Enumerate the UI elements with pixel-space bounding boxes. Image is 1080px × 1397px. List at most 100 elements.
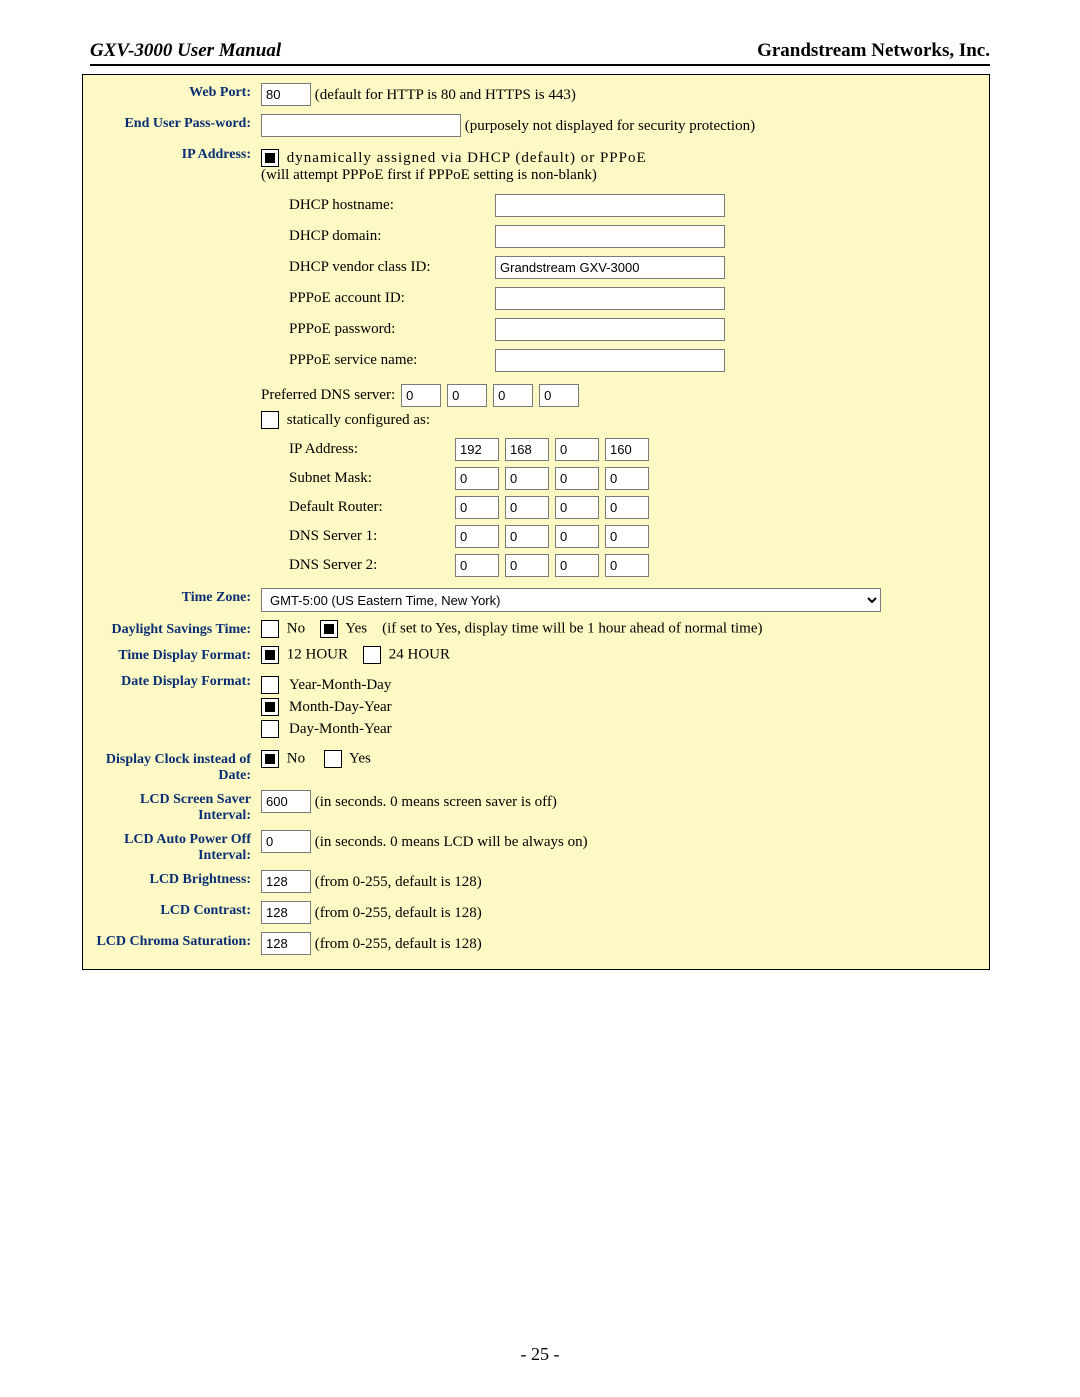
pref-dns-lbl: Preferred DNS server: [261,387,395,404]
s-dns1-lbl: DNS Server 1: [289,522,455,551]
label-contrast: LCD Contrast: [91,899,257,930]
scr-saver-hint: (in seconds. 0 means screen saver is off… [315,794,557,810]
radio-dst-no[interactable] [261,620,279,638]
page: GXV-3000 User Manual Grandstream Network… [0,0,1080,1397]
dhcp-hint: (will attempt PPPoE first if PPPoE setti… [261,167,597,183]
dhcp-vendor-input[interactable] [495,256,725,279]
end-user-pw-hint: (purposely not displayed for security pr… [465,118,755,134]
dhcp-text: dynamically assigned via DHCP (default) … [287,150,647,167]
s-dns2-4[interactable] [605,554,649,577]
scr-saver-input[interactable] [261,790,311,813]
page-header: GXV-3000 User Manual Grandstream Network… [90,40,990,66]
end-user-pw-input[interactable] [261,114,461,137]
s-dns2-1[interactable] [455,554,499,577]
s-ip-1[interactable] [455,438,499,461]
static-text: statically configured as: [287,412,430,429]
radio-dhcp[interactable] [261,149,279,167]
dhcp-domain-lbl: DHCP domain: [289,221,495,252]
s-dns1-3[interactable] [555,525,599,548]
s-mask-4[interactable] [605,467,649,490]
s-dns1-2[interactable] [505,525,549,548]
pppoe-acct-input[interactable] [495,287,725,310]
dhcp-vendor-lbl: DHCP vendor class ID: [289,252,495,283]
lbl-ymd: Year-Month-Day [289,677,391,694]
label-scr-saver: LCD Screen Saver Interval: [91,788,257,828]
dhcp-hostname-input[interactable] [495,194,725,217]
radio-clock-yes[interactable] [324,750,342,768]
s-dns1-1[interactable] [455,525,499,548]
s-router-lbl: Default Router: [289,493,455,522]
s-router-4[interactable] [605,496,649,519]
contrast-input[interactable] [261,901,311,924]
pppoe-acct-lbl: PPPoE account ID: [289,283,495,314]
label-dst: Daylight Savings Time: [91,618,257,644]
dst-hint: (if set to Yes, display time will be 1 h… [382,620,762,636]
s-router-2[interactable] [505,496,549,519]
pref-dns-3[interactable] [493,384,533,407]
s-ip-3[interactable] [555,438,599,461]
radio-12h[interactable] [261,646,279,664]
radio-mdy[interactable] [261,698,279,716]
dhcp-domain-input[interactable] [495,225,725,248]
s-mask-1[interactable] [455,467,499,490]
settings-panel: Web Port: (default for HTTP is 80 and HT… [82,74,990,970]
radio-clock-no[interactable] [261,750,279,768]
lbl-mdy: Month-Day-Year [289,699,392,716]
radio-dst-yes[interactable] [320,620,338,638]
static-sub-table: IP Address: Subnet Mask: Default Router: [289,435,655,580]
label-date-fmt: Date Display Format: [91,670,257,748]
dhcp-sub-table: DHCP hostname: DHCP domain: DHCP vendor … [289,190,731,376]
page-number: - 25 - [0,1344,1080,1365]
dst-yes-lbl: Yes [345,620,367,636]
s-ip-2[interactable] [505,438,549,461]
time-zone-select[interactable]: GMT-5:00 (US Eastern Time, New York) [261,588,881,612]
dst-no-lbl: No [287,620,305,636]
s-dns2-lbl: DNS Server 2: [289,551,455,580]
s-dns1-4[interactable] [605,525,649,548]
s-ip-4[interactable] [605,438,649,461]
pref-dns-2[interactable] [447,384,487,407]
s-mask-2[interactable] [505,467,549,490]
label-ip-address: IP Address: [91,143,257,586]
lbl-clock-yes: Yes [349,750,371,766]
contrast-hint: (from 0-255, default is 128) [315,905,482,921]
settings-form: Web Port: (default for HTTP is 80 and HT… [91,81,981,961]
s-ip-lbl: IP Address: [289,435,455,464]
pppoe-svc-lbl: PPPoE service name: [289,345,495,376]
label-brightness: LCD Brightness: [91,868,257,899]
header-left: GXV-3000 User Manual [90,40,281,62]
lbl-clock-no: No [287,750,305,766]
brightness-hint: (from 0-255, default is 128) [315,874,482,890]
radio-dmy[interactable] [261,720,279,738]
s-router-3[interactable] [555,496,599,519]
label-time-zone: Time Zone: [91,586,257,618]
pppoe-pw-input[interactable] [495,318,725,341]
s-mask-3[interactable] [555,467,599,490]
label-auto-off: LCD Auto Power Off Interval: [91,828,257,868]
dhcp-hostname-lbl: DHCP hostname: [289,190,495,221]
label-clock-date: Display Clock instead of Date: [91,748,257,788]
label-time-fmt: Time Display Format: [91,644,257,670]
lbl-24h: 24 HOUR [389,646,450,662]
s-dns2-3[interactable] [555,554,599,577]
radio-ymd[interactable] [261,676,279,694]
chroma-input[interactable] [261,932,311,955]
web-port-input[interactable] [261,83,311,106]
auto-off-hint: (in seconds. 0 means LCD will be always … [315,834,588,850]
auto-off-input[interactable] [261,830,311,853]
radio-24h[interactable] [363,646,381,664]
s-dns2-2[interactable] [505,554,549,577]
chroma-hint: (from 0-255, default is 128) [315,936,482,952]
label-chroma: LCD Chroma Saturation: [91,930,257,961]
brightness-input[interactable] [261,870,311,893]
pref-dns-4[interactable] [539,384,579,407]
lbl-12h: 12 HOUR [287,646,348,662]
pppoe-svc-input[interactable] [495,349,725,372]
radio-static[interactable] [261,411,279,429]
label-web-port: Web Port: [91,81,257,112]
header-right: Grandstream Networks, Inc. [757,40,990,62]
s-router-1[interactable] [455,496,499,519]
pref-dns-1[interactable] [401,384,441,407]
s-mask-lbl: Subnet Mask: [289,464,455,493]
lbl-dmy: Day-Month-Year [289,721,392,738]
